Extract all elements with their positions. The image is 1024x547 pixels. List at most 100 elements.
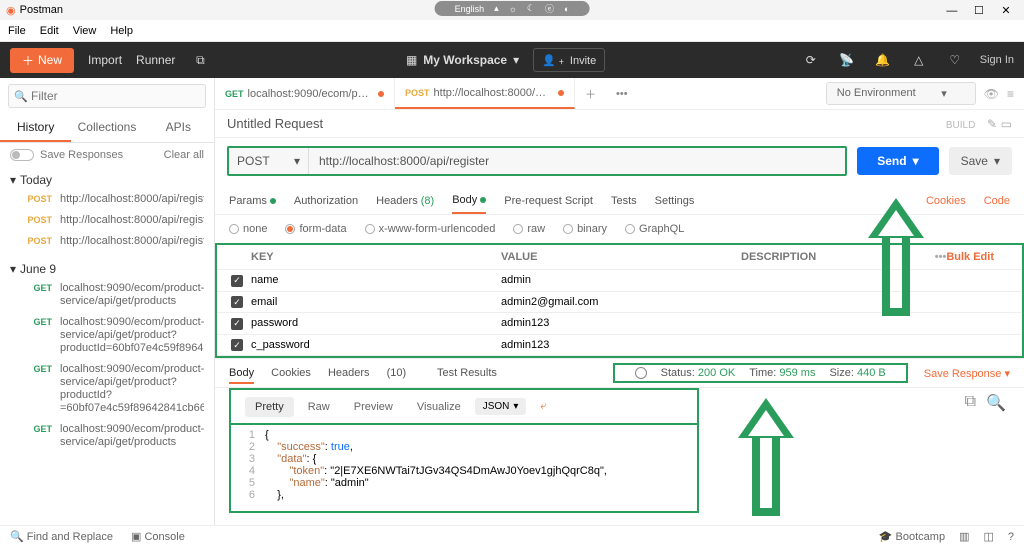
url-input[interactable] <box>309 148 845 174</box>
format-select[interactable]: JSON▾ <box>475 398 527 415</box>
signin-button[interactable]: Sign In <box>980 54 1014 66</box>
history-item[interactable]: GETlocalhost:9090/ecom/product-service/a… <box>10 278 204 312</box>
new-button[interactable]: ＋New <box>10 48 74 73</box>
minimize-icon[interactable]: — <box>940 5 964 17</box>
code-link[interactable]: Code <box>984 189 1010 213</box>
body-graphql[interactable]: GraphQL <box>625 223 684 235</box>
subtab-prereq[interactable]: Pre-request Script <box>504 189 593 213</box>
find-replace-button[interactable]: 🔍 Find and Replace <box>10 530 113 543</box>
subtab-body[interactable]: Body <box>452 188 486 214</box>
comments-icon[interactable]: ✎ <box>987 117 997 131</box>
formdata-row[interactable]: ✓c_passwordadmin123 <box>217 335 1022 357</box>
formdata-row[interactable]: ✓emailadmin2@gmail.com <box>217 292 1022 314</box>
body-binary[interactable]: binary <box>563 223 607 235</box>
open-new-icon[interactable]: ⧉ <box>189 49 211 71</box>
workspace-label: My Workspace <box>423 53 507 67</box>
body-raw[interactable]: raw <box>513 223 545 235</box>
subtab-auth[interactable]: Authorization <box>294 189 358 213</box>
viewer-visualize[interactable]: Visualize <box>407 397 471 417</box>
console-button[interactable]: ▣ Console <box>131 530 185 543</box>
new-tab-button[interactable]: ＋ <box>575 86 606 102</box>
import-button[interactable]: Import <box>88 53 122 67</box>
col-key: KEY <box>231 251 501 263</box>
search-response-icon[interactable]: 🔍 <box>986 393 1006 413</box>
method-select[interactable]: POST▾ <box>229 148 309 174</box>
layout-icon[interactable]: ▥ <box>959 530 969 543</box>
notifications-icon[interactable]: 🔔 <box>872 49 894 71</box>
wrap-icon[interactable]: ⤶ <box>530 396 556 417</box>
tab-collections[interactable]: Collections <box>71 114 142 142</box>
capture-icon[interactable]: 📡 <box>836 49 858 71</box>
row-checkbox[interactable]: ✓ <box>231 339 243 351</box>
history-group-header[interactable]: ▾June 9 <box>10 260 204 278</box>
docs-icon[interactable]: ▭ <box>1001 117 1012 131</box>
menu-help[interactable]: Help <box>110 25 133 37</box>
row-checkbox[interactable]: ✓ <box>231 275 243 287</box>
save-responses-toggle[interactable] <box>10 149 34 161</box>
clear-all-link[interactable]: Clear all <box>164 149 204 161</box>
resp-tab-headers[interactable]: Headers (10) <box>328 367 420 379</box>
formdata-row[interactable]: ✓passwordadmin123 <box>217 313 1022 335</box>
viewer-raw[interactable]: Raw <box>298 397 340 417</box>
tab-history[interactable]: History <box>0 114 71 142</box>
language-pill[interactable]: English ▴☼☾ⓔ◐ <box>435 1 590 16</box>
copy-icon[interactable]: ⧉ <box>965 393 976 413</box>
pane-icon[interactable]: ◫ <box>983 530 993 543</box>
save-button[interactable]: Save▾ <box>949 147 1012 175</box>
response-body[interactable]: 1{2 "success": true,3 "data": {4 "token"… <box>229 423 699 513</box>
resp-tab-testresults[interactable]: Test Results <box>437 367 497 379</box>
history-group-header[interactable]: ▾Today <box>10 171 204 189</box>
row-checkbox[interactable]: ✓ <box>231 318 243 330</box>
settings-sliders-icon[interactable]: ≡ <box>1007 87 1014 101</box>
request-title[interactable]: Untitled Request <box>227 116 323 131</box>
body-none[interactable]: none <box>229 223 267 235</box>
viewer-pretty[interactable]: Pretty <box>245 397 294 417</box>
close-icon[interactable]: ✕ <box>994 4 1018 17</box>
subtab-tests[interactable]: Tests <box>611 189 637 213</box>
tab-apis[interactable]: APIs <box>143 114 214 142</box>
request-tab[interactable]: POSThttp://localhost:8000/api/regis... <box>395 78 575 109</box>
history-item[interactable]: POSThttp://localhost:8000/api/register <box>10 189 204 210</box>
bulk-edit-link[interactable]: Bulk Edit <box>946 251 1008 263</box>
bootcamp-button[interactable]: 🎓 Bootcamp <box>879 530 945 543</box>
sync-icon[interactable]: ⟳ <box>800 49 822 71</box>
help-icon[interactable]: ? <box>1008 531 1014 543</box>
filter-input[interactable] <box>8 84 206 108</box>
menu-file[interactable]: File <box>8 25 26 37</box>
window-controls[interactable]: — ☐ ✕ <box>940 4 1018 17</box>
subtab-settings[interactable]: Settings <box>655 189 695 213</box>
cookies-link[interactable]: Cookies <box>926 189 966 213</box>
window-title: Postman <box>20 4 63 16</box>
row-checkbox[interactable]: ✓ <box>231 296 243 308</box>
subtab-params[interactable]: Params <box>229 189 276 213</box>
env-quicklook-icon[interactable]: 👁 <box>984 87 999 101</box>
resp-tab-body[interactable]: Body <box>229 367 254 384</box>
menu-view[interactable]: View <box>73 25 97 37</box>
invite-button[interactable]: 👤﹢ Invite <box>533 48 605 72</box>
menu-edit[interactable]: Edit <box>40 25 59 37</box>
history-item[interactable]: GETlocalhost:9090/ecom/product-service/a… <box>10 359 204 419</box>
col-value: VALUE <box>501 251 741 263</box>
tab-menu-button[interactable]: ••• <box>606 88 638 100</box>
heart-icon[interactable]: ♡ <box>944 49 966 71</box>
app-toolbar: ＋New Import Runner ⧉ ▦ My Workspace ▾ 👤﹢… <box>0 42 1024 78</box>
history-item[interactable]: POSThttp://localhost:8000/api/register <box>10 231 204 252</box>
save-response-link[interactable]: Save Response ▾ <box>924 367 1010 380</box>
alerts-icon[interactable]: △ <box>908 49 930 71</box>
send-button[interactable]: Send▾ <box>857 147 938 175</box>
body-urlencoded[interactable]: x-www-form-urlencoded <box>365 223 496 235</box>
subtab-headers[interactable]: Headers (8) <box>376 189 434 213</box>
runner-button[interactable]: Runner <box>136 53 175 67</box>
request-tab[interactable]: GETlocalhost:9090/ecom/product-s... <box>215 78 395 109</box>
formdata-row[interactable]: ✓nameadmin <box>217 270 1022 292</box>
viewer-preview[interactable]: Preview <box>344 397 403 417</box>
history-item[interactable]: POSThttp://localhost:8000/api/register <box>10 210 204 231</box>
environment-selector[interactable]: No Environment ▾ <box>826 82 976 105</box>
maximize-icon[interactable]: ☐ <box>967 4 991 17</box>
body-formdata[interactable]: form-data <box>285 223 346 235</box>
history-item[interactable]: GETlocalhost:9090/ecom/product-service/a… <box>10 419 204 453</box>
resp-tab-cookies[interactable]: Cookies <box>271 367 311 379</box>
workspace-selector[interactable]: ▦ My Workspace ▾ <box>406 53 519 67</box>
kv-menu-icon[interactable]: ••• <box>935 251 947 263</box>
history-item[interactable]: GETlocalhost:9090/ecom/product-service/a… <box>10 312 204 359</box>
